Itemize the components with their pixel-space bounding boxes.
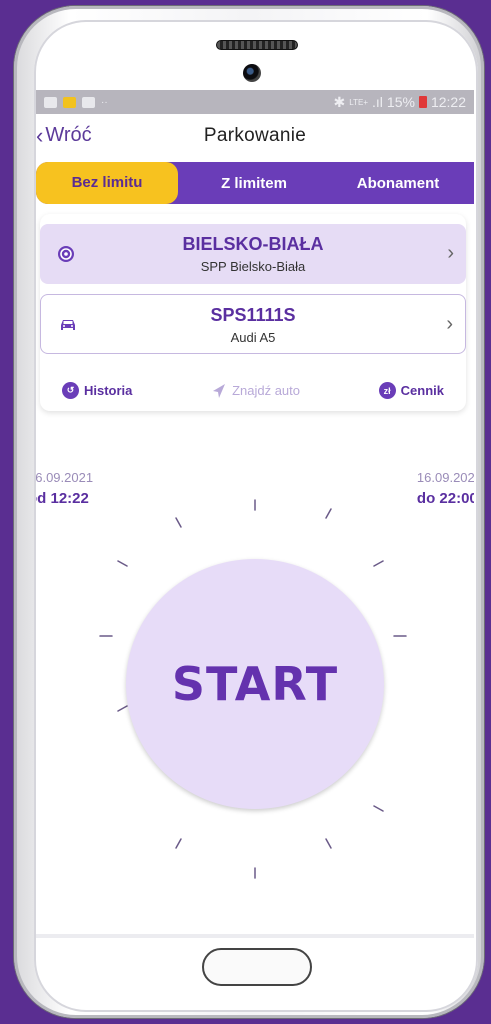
- navigation-arrow-icon: [213, 383, 226, 398]
- chevron-right-icon: ›: [447, 242, 454, 264]
- start-button[interactable]: START: [126, 559, 384, 809]
- image-notification-icon: [44, 96, 57, 108]
- end-date-text: 16.09.2021: [416, 470, 474, 485]
- pricing-label: Cennik: [400, 383, 444, 398]
- start-date-text: 16.09.2021: [36, 470, 94, 485]
- app-header: ‹ Wróć Parkowanie: [36, 114, 474, 160]
- signal-icon: .ıl: [372, 94, 383, 110]
- parking-mode-tabs: Bez limitu Z limitem Abonament: [36, 162, 474, 204]
- find-car-button[interactable]: Znajdź auto: [211, 383, 300, 399]
- location-zone: SPP Bielsko-Biała: [200, 259, 306, 274]
- tab-bez-limitu[interactable]: Bez limitu: [36, 162, 178, 204]
- bag-notification-icon: [82, 96, 95, 108]
- dial-ticks-bottom: [175, 805, 384, 849]
- start-dial: START: [36, 490, 474, 809]
- tab-abonament[interactable]: Abonament: [348, 175, 448, 192]
- history-label: Historia: [84, 383, 133, 398]
- currency-icon: zł: [378, 382, 396, 399]
- vehicle-model: Audi A5: [230, 330, 276, 345]
- battery-icon: [418, 96, 427, 108]
- clock: 12:22: [430, 94, 466, 110]
- home-button[interactable]: [202, 948, 312, 986]
- bluetooth-icon: ✱: [333, 93, 346, 110]
- phone-speaker: [216, 40, 298, 50]
- status-bar: ·· ✱ LTE+ .ıl 15% 12:22: [36, 90, 474, 114]
- quick-actions: ↺ Historia Znajdź auto zł Cennik: [40, 382, 466, 399]
- history-button[interactable]: ↺ Historia: [62, 382, 132, 399]
- tab-z-limitem[interactable]: Z limitem: [214, 175, 294, 192]
- more-notifications-icon: ··: [101, 96, 108, 108]
- bottom-divider: [36, 934, 474, 938]
- front-camera: [243, 64, 261, 82]
- app-notification-icon: [63, 96, 76, 108]
- dial-tick-bottom: [254, 867, 256, 879]
- history-icon: ↺: [62, 382, 79, 399]
- location-selector[interactable]: BIELSKO-BIAŁA SPP Bielsko-Biała ›: [40, 224, 466, 284]
- vehicle-plate: SPS1111S: [210, 305, 296, 325]
- app-screen: ·· ✱ LTE+ .ıl 15% 12:22 ‹ Wróć Parkowani…: [36, 90, 474, 938]
- vehicle-selector[interactable]: SPS1111S Audi A5 ›: [40, 294, 466, 354]
- parking-details-card: BIELSKO-BIAŁA SPP Bielsko-Biała › SPS111…: [40, 214, 466, 411]
- chevron-right-icon: ›: [446, 313, 453, 335]
- location-city: BIELSKO-BIAŁA: [182, 234, 324, 254]
- find-car-label: Znajdź auto: [232, 383, 300, 398]
- network-type: LTE+: [349, 97, 369, 107]
- battery-percent: 15%: [386, 94, 415, 110]
- page-title: Parkowanie: [203, 125, 307, 146]
- pricing-button[interactable]: zł Cennik: [378, 382, 444, 399]
